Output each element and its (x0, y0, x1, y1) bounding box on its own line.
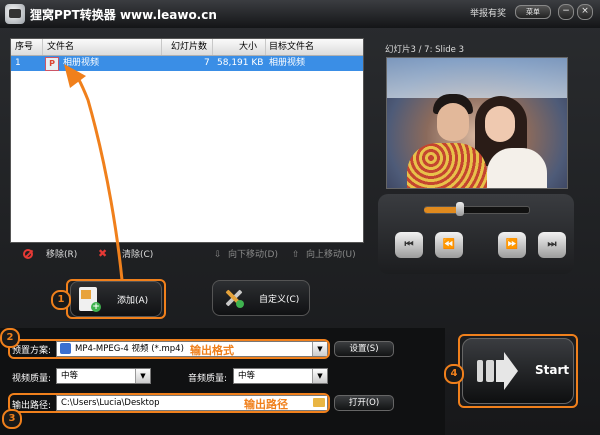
tools-icon (225, 289, 244, 308)
column-header-size[interactable]: 大小 (239, 39, 257, 55)
row-target: 相册视频 (269, 58, 306, 68)
no-entry-icon[interactable] (23, 249, 33, 259)
seek-thumb[interactable] (456, 202, 464, 216)
move-down-button[interactable]: 向下移动(D) (228, 248, 278, 262)
row-index: 1 (15, 58, 21, 68)
annotation-number-4: 4 (444, 364, 464, 384)
annotation-path-note: 输出路径 (244, 398, 288, 411)
down-arrow-icon: ⇩ (214, 250, 222, 260)
annotation-number-2: 2 (0, 328, 20, 348)
open-button[interactable]: 打开(O) (334, 395, 394, 411)
slide-preview-image (386, 57, 568, 189)
powerpoint-file-icon: P (45, 57, 59, 71)
chevron-down-icon[interactable]: ▼ (312, 369, 327, 383)
app-logo-icon (5, 4, 25, 24)
remove-button[interactable]: 移除(R) (46, 248, 77, 262)
video-quality-value: 中等 (61, 371, 79, 381)
custom-button[interactable]: 自定义(C) (212, 280, 310, 316)
audio-quality-label: 音频质量: (188, 374, 228, 384)
chevron-down-icon[interactable]: ▼ (135, 369, 150, 383)
minimize-button[interactable]: − (558, 4, 574, 20)
audio-quality-dropdown[interactable]: 中等 ▼ (233, 368, 328, 384)
app-title: 狸窝PPT转换器 www.leawo.cn (30, 8, 217, 22)
annotation-box-add (66, 279, 166, 319)
move-up-button[interactable]: 向上移动(U) (306, 248, 356, 262)
report-link[interactable]: 举报有奖 (470, 6, 506, 19)
row-filename: 相册视频 (63, 58, 100, 68)
menu-button[interactable]: 菜单 (515, 5, 551, 19)
column-header-filename[interactable]: 文件名 (47, 39, 74, 55)
annotation-number-3: 3 (2, 409, 22, 429)
row-slides: 7 (204, 58, 210, 68)
app-window: 狸窝PPT转换器 www.leawo.cn 举报有奖 菜单 − × 序号 文件名… (0, 0, 600, 435)
video-quality-label: 视频质量: (12, 374, 52, 384)
up-arrow-icon: ⇧ (292, 250, 300, 260)
clear-button[interactable]: 清除(C) (122, 248, 153, 262)
delete-x-icon[interactable]: ✖ (98, 248, 110, 259)
seek-bar-fill (424, 207, 460, 213)
custom-button-label: 自定义(C) (259, 295, 300, 305)
annotation-number-1: 1 (51, 290, 71, 310)
column-header-index[interactable]: 序号 (15, 39, 33, 55)
settings-button[interactable]: 设置(S) (334, 341, 394, 357)
video-quality-dropdown[interactable]: 中等 ▼ (56, 368, 151, 384)
file-list[interactable]: 序号 文件名 幻灯片数 大小 目标文件名 1 P 相册视频 7 58,191 K… (10, 38, 364, 243)
title-bar: 狸窝PPT转换器 www.leawo.cn 举报有奖 菜单 − × (0, 0, 600, 28)
skip-end-icon[interactable]: ⏭ (538, 232, 566, 258)
table-row[interactable]: 1 P 相册视频 7 58,191 KB 相册视频 (11, 56, 363, 71)
audio-quality-value: 中等 (238, 371, 256, 381)
row-size: 58,191 KB (217, 58, 264, 68)
fast-forward-icon[interactable]: ⏩ (498, 232, 526, 258)
rewind-icon[interactable]: ⏪ (435, 232, 463, 258)
slide-label: 幻灯片3 / 7: Slide 3 (385, 45, 465, 55)
annotation-box-preset (8, 339, 330, 359)
annotation-box-start (458, 334, 578, 408)
close-button[interactable]: × (577, 4, 593, 20)
column-header-slides[interactable]: 幻灯片数 (171, 39, 207, 55)
column-header-target[interactable]: 目标文件名 (269, 39, 314, 55)
skip-start-icon[interactable]: ⏮ (395, 232, 423, 258)
annotation-format-note: 输出格式 (190, 344, 234, 357)
